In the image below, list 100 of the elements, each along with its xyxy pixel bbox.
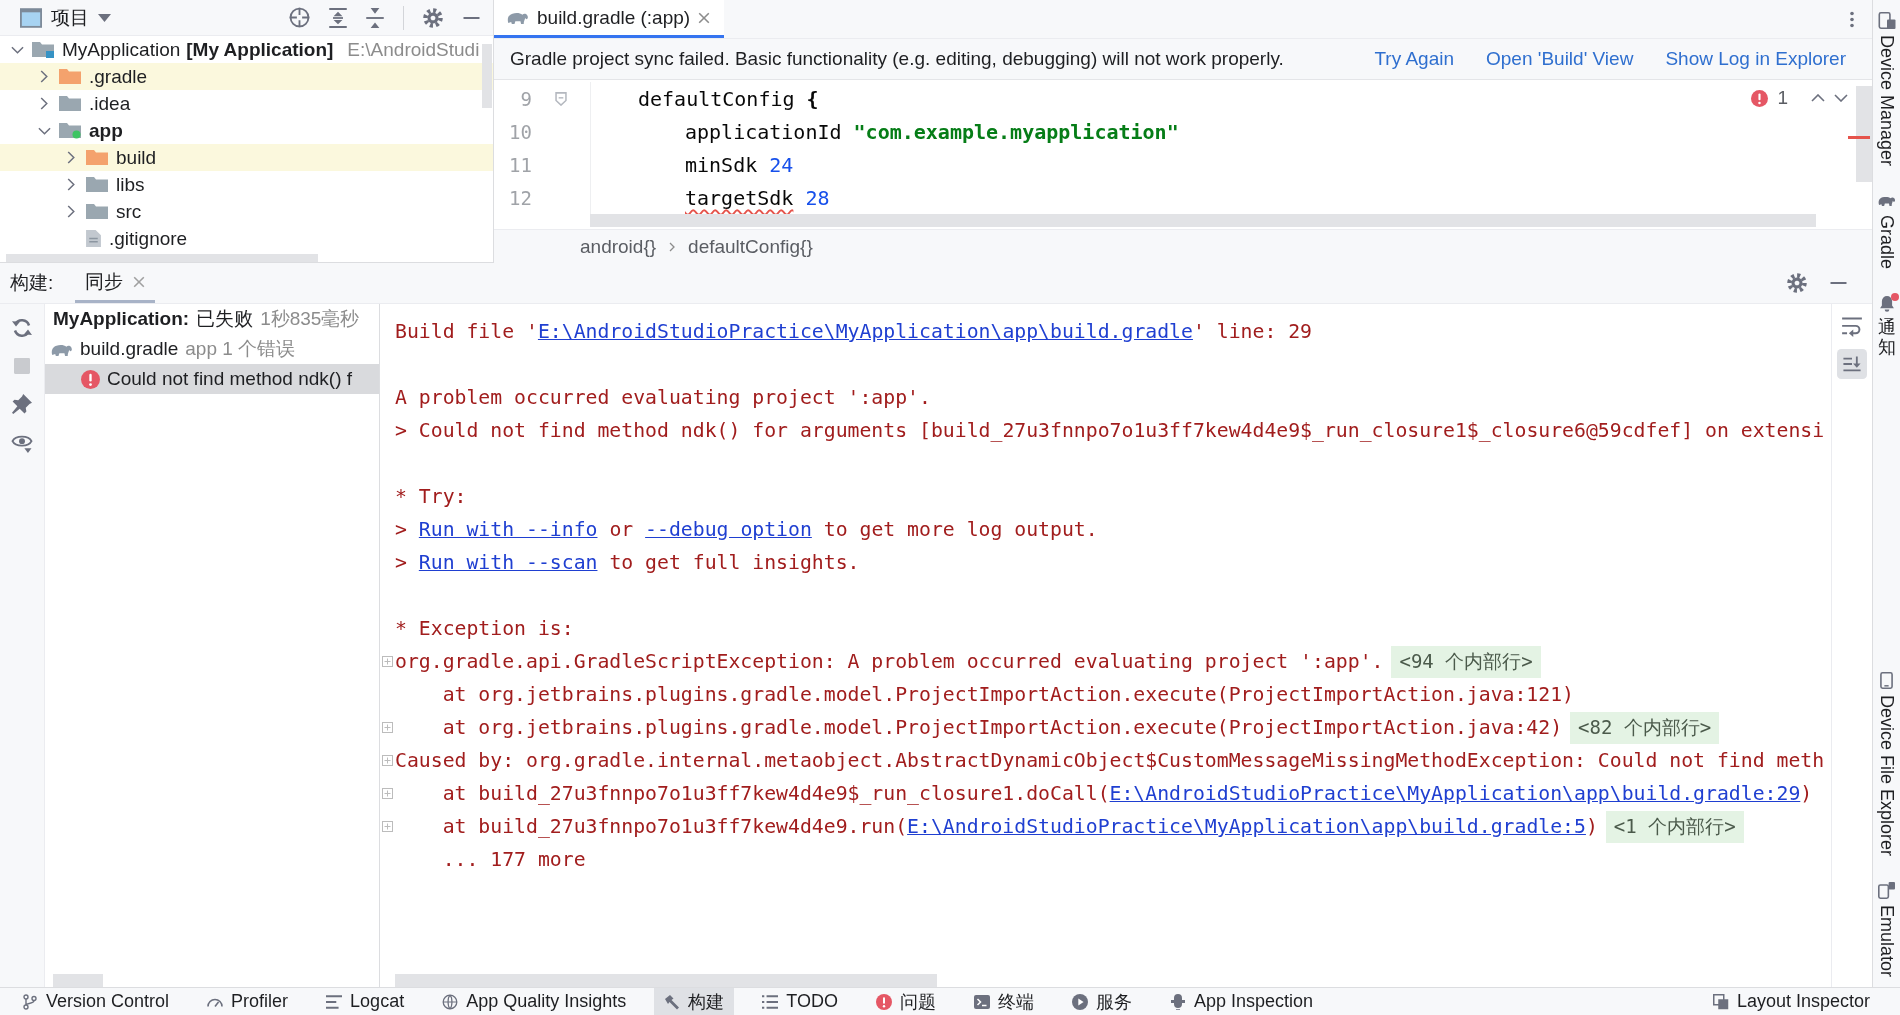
tree-item[interactable]: .gradle (0, 63, 493, 90)
error-count[interactable]: 1 (1777, 87, 1788, 109)
crosshair-icon[interactable] (289, 7, 310, 28)
console-link[interactable]: --debug option (645, 518, 812, 541)
line-number: 12 (508, 186, 532, 209)
tree-item[interactable]: build (0, 144, 493, 171)
tool-window-button[interactable]: Logcat (316, 988, 415, 1015)
chevron-right-icon[interactable] (67, 178, 75, 191)
breadcrumb[interactable]: android{} (580, 236, 657, 258)
error-marker[interactable] (1848, 136, 1870, 139)
tree-item[interactable]: .gitignore (0, 225, 493, 252)
settings-icon[interactable] (423, 7, 443, 28)
tool-window-button[interactable]: Device File Explorer (1876, 671, 1897, 856)
scrollbar-thumb[interactable] (53, 974, 103, 987)
pin-icon[interactable] (12, 394, 32, 414)
console-link[interactable]: Run with --scan (418, 551, 598, 574)
folder-icon (86, 176, 108, 193)
console-link[interactable]: Run with --info (418, 518, 598, 541)
chevron-down-icon[interactable] (1834, 94, 1848, 102)
tree-item[interactable]: build.gradle app 1 个错误 (45, 334, 379, 364)
banner-link[interactable]: Try Again (1374, 48, 1454, 70)
error-icon[interactable] (1751, 89, 1769, 107)
close-icon[interactable] (698, 11, 711, 24)
tool-window-button[interactable]: TODO (752, 988, 848, 1015)
collapsed-lines-badge[interactable]: <1 个内部行> (1605, 810, 1744, 843)
tool-window-button[interactable]: Gradle (1876, 192, 1897, 270)
banner-link[interactable]: Show Log in Explorer (1665, 48, 1846, 70)
tool-window-button[interactable]: 构建 (654, 988, 735, 1015)
chevron-right-icon[interactable] (67, 151, 75, 164)
chevron-right-icon[interactable] (40, 70, 48, 83)
chevron-up-icon[interactable] (1811, 94, 1825, 102)
phone-icon (1878, 671, 1895, 689)
expand-all-icon[interactable] (329, 7, 347, 28)
hammer-icon (664, 993, 681, 1010)
chevron-right-icon[interactable] (67, 205, 75, 218)
minimize-icon[interactable] (462, 16, 481, 19)
tool-window-button[interactable]: Profiler (197, 988, 299, 1015)
tool-window-button[interactable]: 问题 (865, 988, 946, 1015)
more-icon[interactable] (1850, 10, 1854, 28)
line-number: 9 (519, 87, 532, 110)
console-line: Caused by: org.gradle.internal.metaobject.AbstractDynamicObject$CustomMessageMissingMethodException: Could not find meth (395, 749, 1825, 772)
breadcrumb[interactable]: defaultConfig{} (688, 236, 813, 258)
chevron-right-icon (669, 242, 676, 252)
tree-item[interactable]: src (0, 198, 493, 225)
tool-window-button[interactable]: App Inspection (1159, 988, 1323, 1015)
tree-item[interactable]: .idea (0, 90, 493, 117)
build-tab[interactable]: 同步 (75, 263, 156, 303)
console-link[interactable]: E:\AndroidStudioPractice\MyApplication\app\build.gradle:29 (1109, 782, 1801, 805)
tree-item[interactable]: MyApplication [My Application] E:\AndroidStudi (0, 36, 493, 63)
bug-icon (1169, 993, 1186, 1010)
play-icon (1071, 993, 1088, 1010)
scrollbar-thumb[interactable] (482, 44, 492, 108)
tool-window-button[interactable]: Version Control (12, 988, 180, 1015)
chevron-right-icon[interactable] (40, 97, 48, 110)
tool-window-button[interactable]: Layout Inspector (1702, 988, 1880, 1015)
console-link[interactable]: E:\AndroidStudioPractice\MyApplication\app\build.gradle (537, 320, 1193, 343)
tool-window-button[interactable]: Emulator (1876, 881, 1897, 977)
chevron-down-icon[interactable] (37, 126, 51, 135)
console-line: at org.jetbrains.plugins.gradle.model.ProjectImportAction.execute(ProjectImportAction.java:121) (442, 683, 1574, 706)
scrollbar-thumb[interactable] (1856, 86, 1872, 182)
list-icon (326, 993, 343, 1010)
collapsed-lines-badge[interactable]: <82 个内部行> (1570, 711, 1720, 744)
scrollbar-thumb[interactable] (590, 214, 1816, 227)
console-line: Build file 'E:\AndroidStudioPractice\MyApplication\app\build.gradle' line: 29 (395, 320, 1313, 343)
collapsed-lines-badge[interactable]: <94 个内部行> (1391, 645, 1541, 678)
layers-icon (1712, 993, 1729, 1010)
tree-item[interactable]: libs (0, 171, 493, 198)
console-line: ... 177 more (442, 848, 586, 871)
tool-window-button[interactable]: 通知 (1877, 295, 1896, 358)
refresh-icon[interactable] (12, 318, 32, 338)
eye-icon[interactable] (11, 434, 33, 453)
tree-item[interactable]: Could not find method ndk() f (45, 364, 379, 394)
tool-window-button[interactable]: 终端 (963, 988, 1044, 1015)
tool-window-button[interactable]: Device Manager (1876, 12, 1897, 167)
chevron-down-icon[interactable] (10, 45, 24, 54)
scrollbar-thumb[interactable] (6, 254, 318, 262)
line-number: 11 (508, 153, 532, 176)
tree-item[interactable]: app (0, 117, 493, 144)
collapse-all-icon[interactable] (366, 7, 384, 28)
settings-icon[interactable] (1787, 273, 1807, 293)
panel-title: 构建: (10, 271, 54, 295)
wrap-icon[interactable] (1842, 316, 1862, 337)
console-line: * Try: (395, 485, 467, 508)
scrollbar-thumb[interactable] (395, 974, 937, 987)
close-icon[interactable] (133, 275, 146, 288)
tool-window-button[interactable]: App Quality Insights (432, 988, 637, 1015)
console-link[interactable]: E:\AndroidStudioPractice\MyApplication\app\build.gradle:5 (907, 815, 1586, 838)
code-line: applicationId "com.example.myapplication" (684, 119, 1179, 144)
tree-item[interactable]: MyApplication: 已失败 1秒835毫秒 (45, 304, 379, 334)
banner-message: Gradle project sync failed. Basic functionality (e.g. editing, debugging) will not work properly. (510, 48, 1284, 70)
banner-link[interactable]: Open 'Build' View (1486, 48, 1634, 70)
scroll-to-end-icon[interactable] (1837, 349, 1867, 379)
editor-tab[interactable]: build.gradle (:app) (494, 0, 725, 38)
view-dropdown[interactable]: 项目 (16, 2, 115, 33)
code-line: minSdk 24 (684, 152, 794, 177)
minimize-icon[interactable] (1829, 282, 1848, 284)
tool-window-button[interactable]: 服务 (1061, 988, 1142, 1015)
folder-icon (59, 95, 81, 112)
console-line: A problem occurred evaluating project ':app'. (395, 386, 931, 409)
caret-icon (98, 13, 111, 22)
